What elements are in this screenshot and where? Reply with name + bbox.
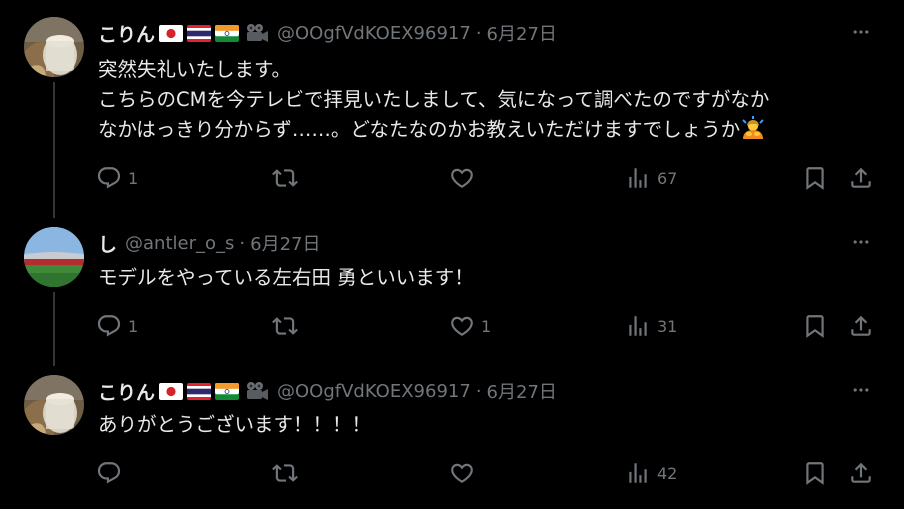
thailand-flag-icon [187,383,211,400]
views-icon [625,165,651,191]
tweet-text-line: こちらのCMを今テレビで拝見いたしまして、気になって調べたのですがなか [98,88,770,111]
tweet-date[interactable]: 6月27日 [487,20,557,46]
tweet-text: ありがとうございます！！！！ [98,410,371,440]
tweet-text: 突然失礼いたします。 こちらのCMを今テレビで拝見いたしまして、気になって調べた… [98,55,769,145]
movie-camera-icon [245,381,269,401]
display-name[interactable]: し [98,230,117,257]
view-count: 31 [657,316,678,336]
like-icon [449,460,475,486]
like-icon [449,313,475,339]
tweet-actions: 42 [96,459,886,487]
more-icon[interactable] [849,232,873,252]
japan-flag-icon [159,383,183,400]
thailand-flag-icon [187,25,211,42]
tweet-text-line: なかはっきり分からず……。どなたなのかお教えいただけますでしょうか [98,115,769,145]
view-count: 67 [657,168,678,188]
retweet-icon [272,460,298,486]
avatar[interactable] [24,17,84,77]
user-handle[interactable]: @OOgfVdKOEX96917 [277,23,471,44]
share-button[interactable] [848,459,874,487]
india-flag-icon [215,25,239,42]
bookmark-icon [802,313,828,339]
movie-camera-icon [245,23,269,43]
separator: · [239,232,246,254]
user-handle[interactable]: @OOgfVdKOEX96917 [277,381,471,402]
tweet-date[interactable]: 6月27日 [250,230,320,256]
bookmark-button[interactable] [802,312,828,340]
share-icon [848,165,874,191]
reply-button[interactable]: 1 [96,312,138,340]
retweet-button[interactable] [272,312,304,340]
tweet-text-line: モデルをやっている左右田 勇といいます！ [98,266,474,289]
bookmark-button[interactable] [802,164,828,192]
reply-count: 1 [128,168,139,188]
tweet[interactable]: こりん @OOgfVdKOEX96917 · 6月27日 ありがとうございます！… [0,360,904,509]
like-icon [449,165,475,191]
reply-icon [96,165,122,191]
like-button[interactable] [449,459,481,487]
bookmark-button[interactable] [802,459,828,487]
avatar[interactable] [24,375,84,435]
separator: · [475,22,482,44]
tweet[interactable]: こりん @OOgfVdKOEX96917 · 6月27日 突然失礼いたします。 … [0,0,904,210]
retweet-icon [272,165,298,191]
bookmark-icon [802,460,828,486]
retweet-icon [272,313,298,339]
avatar[interactable] [24,227,84,287]
more-icon[interactable] [849,22,873,42]
views-button[interactable]: 42 [625,459,677,487]
tweet-text-line: ありがとうございます！！！！ [98,413,372,436]
views-icon [625,313,651,339]
tweet-actions: 1 67 [96,164,886,192]
tweet-date[interactable]: 6月27日 [487,378,557,404]
display-name[interactable]: こりん [98,20,155,47]
retweet-button[interactable] [272,164,304,192]
tweet-text-line: 突然失礼いたします。 [98,58,292,81]
japan-flag-icon [159,25,183,42]
like-count: 1 [481,316,492,336]
reply-button[interactable] [96,459,128,487]
share-button[interactable] [848,312,874,340]
display-name[interactable]: こりん [98,378,155,405]
tweet-actions: 1 1 31 [96,312,886,340]
views-button[interactable]: 67 [625,164,677,192]
reply-icon [96,313,122,339]
view-count: 42 [657,463,678,483]
reply-icon [96,460,122,486]
views-icon [625,460,651,486]
reply-count: 1 [128,316,139,336]
india-flag-icon [215,383,239,400]
like-button[interactable] [449,164,481,192]
like-button[interactable]: 1 [449,312,491,340]
bookmark-icon [802,165,828,191]
views-button[interactable]: 31 [625,312,677,340]
tweet-text: モデルをやっている左右田 勇といいます！ [98,263,474,293]
share-icon [848,460,874,486]
reply-button[interactable]: 1 [96,164,138,192]
bowing-person-emoji [740,115,766,141]
share-button[interactable] [848,164,874,192]
tweet[interactable]: し @antler_o_s · 6月27日 モデルをやっている左右田 勇といいま… [0,210,904,360]
separator: · [475,380,482,402]
retweet-button[interactable] [272,459,304,487]
share-icon [848,313,874,339]
more-icon[interactable] [849,380,873,400]
user-handle[interactable]: @antler_o_s [125,233,234,254]
